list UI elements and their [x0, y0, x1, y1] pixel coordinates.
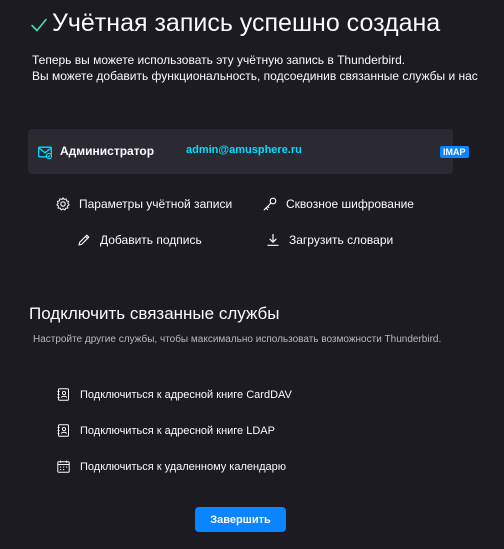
intro-line-2: Вы можете добавить функциональность, под…	[32, 69, 478, 83]
e2e-encryption-link[interactable]: Сквозное шифрование	[263, 197, 414, 211]
page-title: Учётная запись успешно создана	[30, 9, 440, 38]
pencil-icon	[78, 234, 90, 246]
services-section-description: Настройте другие службы, чтобы максималь…	[33, 334, 442, 345]
download-dictionaries-label: Загрузить словари	[289, 233, 394, 247]
e2e-encryption-label: Сквозное шифрование	[286, 197, 414, 211]
mail-account-icon	[38, 146, 52, 159]
intro-line-1: Теперь вы можете использовать эту учётну…	[32, 53, 406, 67]
account-name: Администратор	[60, 144, 155, 158]
account-settings-link[interactable]: Параметры учётной записи	[56, 197, 232, 211]
address-book-icon	[57, 388, 69, 401]
services-section-title: Подключить связанные службы	[29, 304, 280, 323]
connect-ldap-link[interactable]: Подключиться к адресной книге LDAP	[57, 424, 275, 437]
finish-button[interactable]: Завершить	[195, 507, 286, 532]
download-dictionaries-link[interactable]: Загрузить словари	[266, 233, 393, 247]
add-signature-label: Добавить подпись	[100, 233, 202, 247]
address-book-icon	[57, 424, 69, 437]
connect-carddav-label: Подключиться к адресной книге CardDAV	[80, 388, 292, 401]
add-signature-link[interactable]: Добавить подпись	[77, 233, 202, 247]
page-title-text: Учётная запись успешно создана	[52, 9, 441, 37]
download-icon	[267, 233, 279, 246]
connect-remote-calendar-link[interactable]: Подключиться к удаленному календарю	[57, 460, 286, 473]
connect-remote-calendar-label: Подключиться к удаленному календарю	[80, 460, 286, 473]
calendar-icon	[57, 460, 70, 473]
account-email: admin@amusphere.ru	[186, 144, 302, 156]
account-card: Администратор admin@amusphere.ru IMAP	[28, 129, 469, 174]
intro-text: Теперь вы можете использовать эту учётну…	[32, 52, 478, 84]
gear-icon	[56, 197, 70, 211]
checkmark-icon	[31, 18, 47, 31]
key-icon	[263, 197, 277, 211]
connect-ldap-label: Подключиться к адресной книге LDAP	[80, 424, 275, 437]
connect-carddav-link[interactable]: Подключиться к адресной книге CardDAV	[57, 388, 292, 401]
account-settings-label: Параметры учётной записи	[79, 197, 233, 211]
protocol-badge: IMAP	[440, 146, 469, 158]
account-setup-success-page: Учётная запись успешно создана Теперь вы…	[0, 0, 504, 549]
